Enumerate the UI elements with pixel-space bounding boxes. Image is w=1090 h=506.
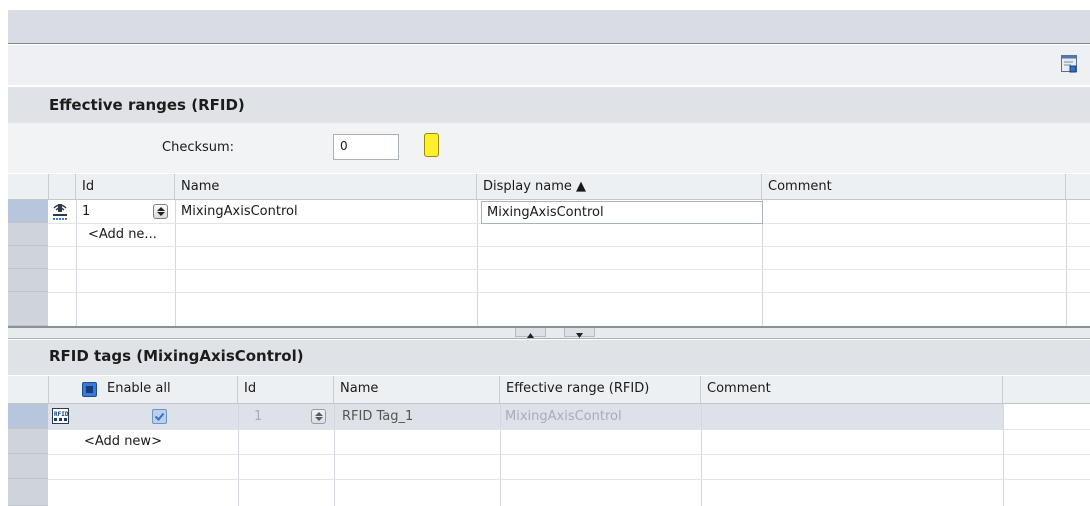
table-header: Enable all Id Name Effective range (RFID… — [8, 376, 1090, 404]
row-header[interactable] — [8, 269, 48, 292]
rfid-tags-table: Enable all Id Name Effective range (RFID… — [8, 376, 1090, 506]
header-icon-col — [49, 174, 76, 199]
effective-ranges-table: Id Name Display name ▲ Comment 1 MixingA… — [8, 174, 1090, 326]
header-corner — [8, 376, 49, 403]
row-header[interactable] — [8, 246, 48, 269]
column-header-id[interactable]: Id — [76, 174, 175, 199]
top-toolbar — [8, 10, 1090, 44]
table-row[interactable]: RFID 1 RFID Tag_1 MixingAxisControl — [48, 404, 1003, 429]
column-header-id[interactable]: Id — [238, 376, 334, 403]
checksum-label: Checksum: — [162, 140, 235, 155]
arrow-down-icon — [576, 333, 583, 338]
rfid-range-icon — [53, 204, 67, 220]
table-header: Id Name Display name ▲ Comment — [8, 174, 1090, 200]
header-filler — [1003, 376, 1090, 403]
cell-id[interactable]: 1 — [254, 409, 262, 424]
row-enable-checkbox[interactable] — [152, 409, 167, 424]
add-new-range[interactable]: <Add ne... — [88, 227, 157, 242]
column-header-display-name[interactable]: Display name ▲ — [477, 174, 762, 199]
column-header-comment[interactable]: Comment — [701, 376, 1003, 403]
toolbar-edit-icon[interactable] — [1061, 55, 1077, 73]
row-header[interactable] — [8, 454, 48, 479]
svg-text:RFID: RFID — [54, 411, 69, 418]
row-header[interactable] — [8, 292, 48, 326]
tool-strip — [8, 45, 1090, 85]
pane-splitter[interactable] — [8, 326, 1090, 339]
row-header[interactable] — [8, 223, 48, 246]
checksum-row: Checksum: 0 — [8, 123, 1090, 173]
effective-ranges-header: Effective ranges (RFID) — [8, 87, 1090, 123]
enable-all-checkbox[interactable] — [82, 382, 97, 397]
table-row[interactable]: 1 MixingAxisControl MixingAxisControl — [48, 200, 1090, 224]
column-header-effective-range[interactable]: Effective range (RFID) — [500, 376, 701, 403]
column-header-name[interactable]: Name — [334, 376, 500, 403]
spinner-icon[interactable] — [311, 409, 326, 424]
row-header[interactable] — [8, 429, 48, 454]
spinner-icon[interactable] — [153, 204, 168, 219]
splitter-up-button[interactable] — [515, 328, 546, 338]
column-header-enable-all[interactable]: Enable all — [76, 376, 238, 403]
header-filler — [1066, 174, 1090, 199]
column-header-comment[interactable]: Comment — [762, 174, 1066, 199]
splitter-down-button[interactable] — [564, 328, 595, 338]
section-title-rfid-tags: RFID tags (MixingAxisControl) — [49, 347, 304, 365]
cell-effective-range[interactable]: MixingAxisControl — [505, 409, 622, 424]
cell-display-name-editor[interactable]: MixingAxisControl — [481, 201, 763, 224]
header-corner — [8, 174, 49, 199]
row-header-selected[interactable] — [8, 404, 48, 429]
section-title-effective-ranges: Effective ranges (RFID) — [49, 96, 245, 114]
rfid-tag-icon: RFID — [52, 408, 69, 424]
cell-id[interactable]: 1 — [82, 204, 90, 219]
checksum-field[interactable]: 0 — [333, 134, 399, 160]
cell-name[interactable]: MixingAxisControl — [181, 204, 298, 219]
cell-name[interactable]: RFID Tag_1 — [342, 409, 413, 424]
column-header-name[interactable]: Name — [175, 174, 477, 199]
add-new-tag[interactable]: <Add new> — [84, 434, 162, 449]
rfid-tags-header: RFID tags (MixingAxisControl) — [8, 340, 1090, 375]
row-header-selected[interactable] — [8, 200, 48, 223]
led-indicator-icon — [424, 133, 439, 157]
arrow-up-icon — [527, 333, 534, 338]
row-header[interactable] — [8, 479, 48, 506]
